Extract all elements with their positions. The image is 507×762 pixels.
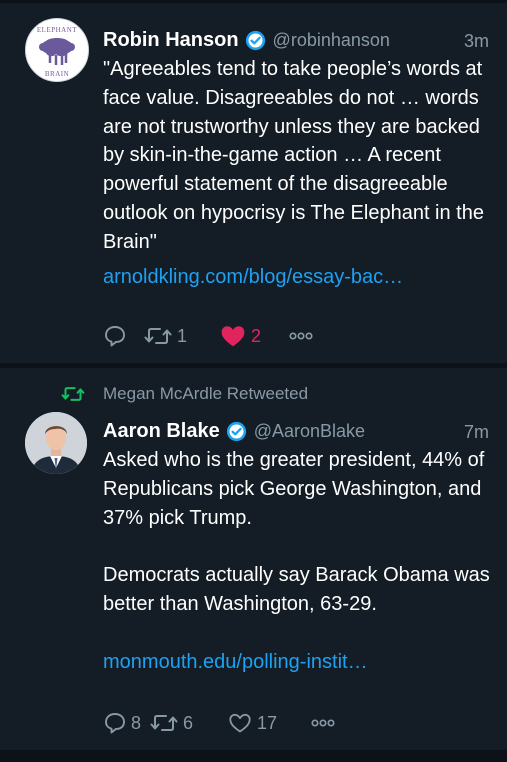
- logo-text-top: ELEPHANT: [37, 26, 77, 34]
- tweet-paragraph: "Agreeables tend to take people’s words …: [103, 58, 484, 253]
- retweet-count: 6: [183, 712, 194, 733]
- more-button[interactable]: [289, 331, 313, 341]
- tweet-actions: 1 2: [103, 322, 313, 350]
- reply-icon: [105, 713, 125, 734]
- author-name[interactable]: Robin Hanson: [103, 29, 239, 52]
- like-count: 2: [251, 325, 262, 346]
- reply-count: 8: [131, 712, 142, 733]
- more-icon: [289, 332, 313, 340]
- retweet-button[interactable]: 1: [143, 324, 219, 348]
- elephant-brain-logo: ELEPHANT BRAIN: [37, 26, 77, 78]
- tweet-header: Robin Hanson @robinhanson: [103, 25, 390, 55]
- verified-badge-icon: [245, 30, 265, 50]
- author-photo: [25, 412, 87, 474]
- tweet-paragraph: Democrats actually say Barack Obama was …: [103, 564, 490, 615]
- logo-text-bottom: BRAIN: [45, 70, 69, 78]
- like-button[interactable]: 2: [219, 323, 289, 349]
- heart-outline-icon: [229, 713, 251, 733]
- retweet-button[interactable]: 6: [149, 711, 227, 735]
- tweet[interactable]: ELEPHANT BRAIN Robin Hanson @robinhanson…: [0, 3, 507, 364]
- tweet-text: Asked who is the greater president, 44% …: [103, 446, 498, 676]
- like-button[interactable]: 17: [227, 711, 311, 735]
- avatar[interactable]: ELEPHANT BRAIN: [25, 18, 89, 82]
- author-handle[interactable]: @robinhanson: [273, 30, 390, 51]
- tweet-actions: 8 6 17: [103, 709, 335, 737]
- author-handle[interactable]: @AaronBlake: [254, 421, 365, 442]
- more-icon: [311, 719, 335, 727]
- verified-badge-icon: [226, 421, 246, 441]
- author-name[interactable]: Aaron Blake: [103, 420, 220, 443]
- bottom-divider: [0, 750, 507, 762]
- more-button[interactable]: [311, 718, 335, 728]
- tweet-link[interactable]: arnoldkling.com/blog/essay-bac…: [103, 266, 403, 288]
- reply-icon: [105, 326, 125, 347]
- avatar[interactable]: [25, 412, 87, 474]
- heart-filled-icon: [221, 326, 245, 347]
- reply-button[interactable]: 8: [103, 711, 149, 735]
- tweet-header: Aaron Blake @AaronBlake: [103, 416, 365, 446]
- like-count: 17: [257, 712, 278, 733]
- retweet-count: 1: [177, 325, 188, 346]
- tweet-paragraph: Asked who is the greater president, 44% …: [103, 449, 485, 529]
- retweet-icon: [150, 715, 178, 731]
- timestamp[interactable]: 3m: [464, 31, 489, 52]
- tweet[interactable]: Aaron Blake @AaronBlake 7m Asked who is …: [0, 368, 507, 748]
- reply-button[interactable]: [103, 324, 143, 348]
- timestamp[interactable]: 7m: [464, 422, 489, 443]
- tweet-text: "Agreeables tend to take people’s words …: [103, 55, 498, 291]
- retweet-icon: [144, 328, 172, 344]
- tweet-link[interactable]: monmouth.edu/polling-instit…: [103, 651, 368, 673]
